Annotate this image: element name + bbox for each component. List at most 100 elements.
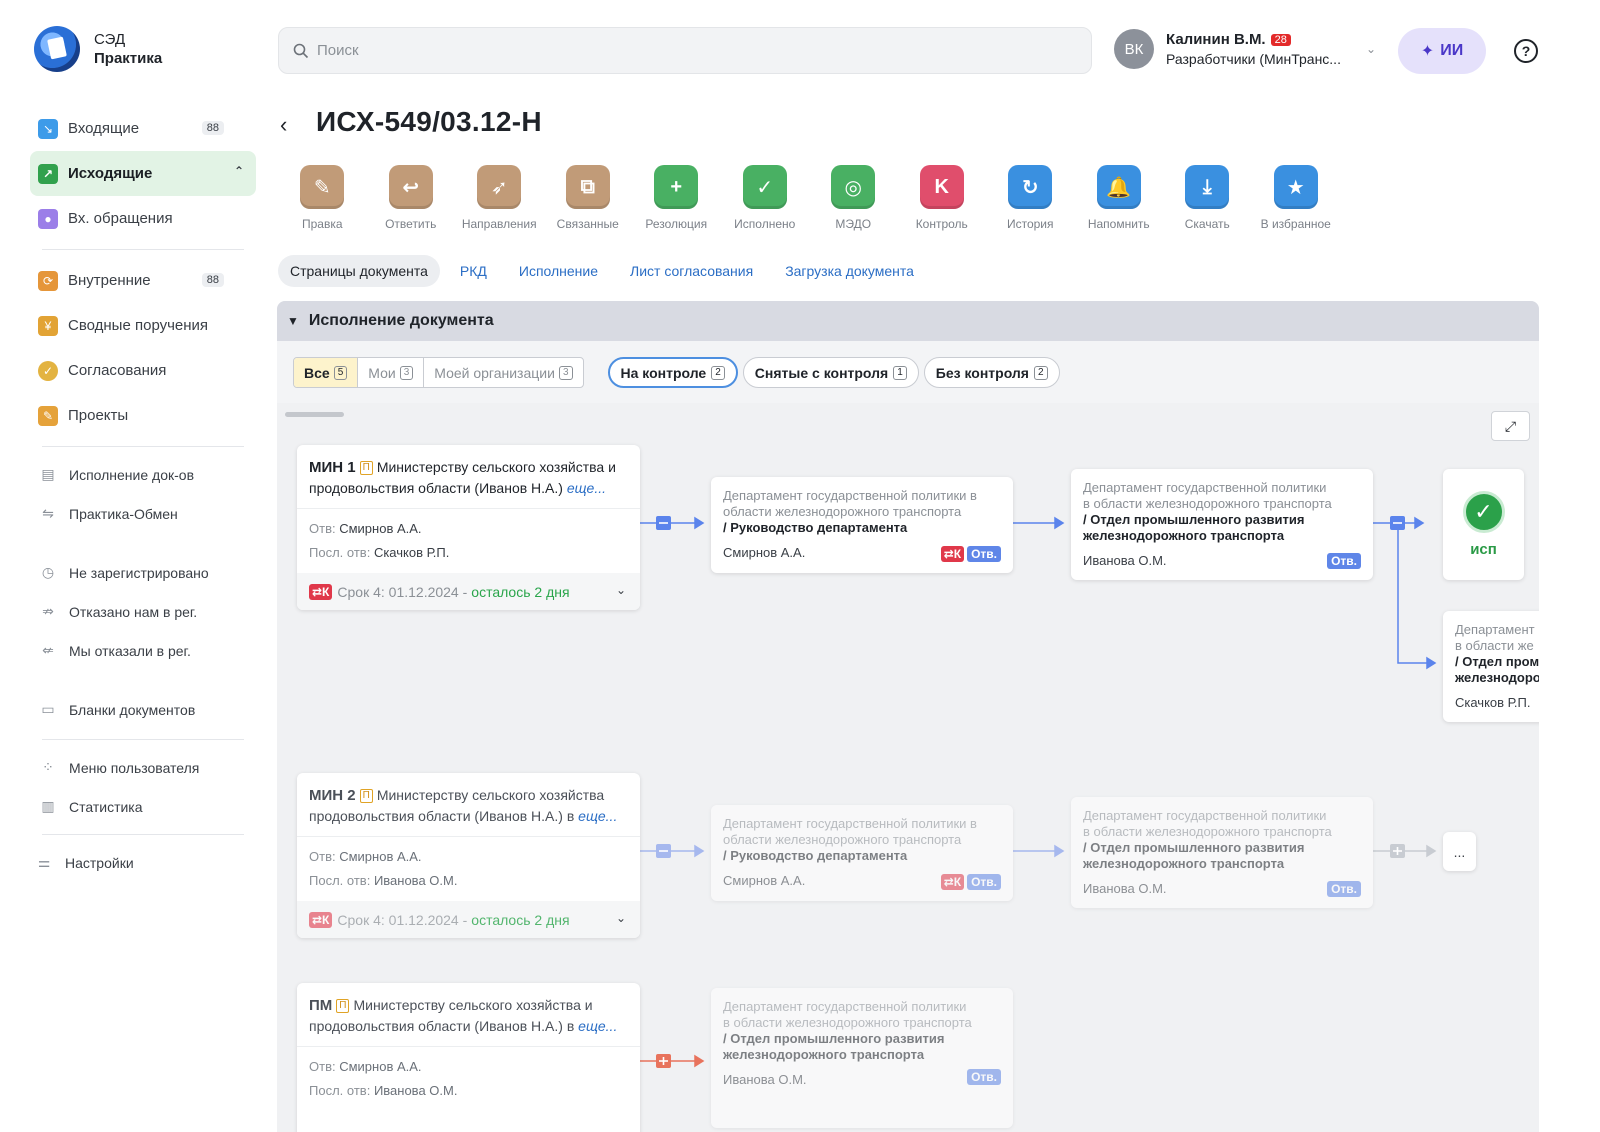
dept-unit: / Отдел промышленного развития: [1083, 840, 1305, 855]
search-bar[interactable]: [278, 27, 1092, 74]
bell-icon: 🔔: [1096, 165, 1141, 209]
dept-card[interactable]: Департамент государственной политики в о…: [1071, 469, 1373, 580]
deadline-text: Срок 4: 01.12.2024 -: [337, 583, 468, 600]
toolbar-button-medo[interactable]: ◎ МЭДО: [809, 165, 898, 231]
last-responsible-name: Иванова О.М.: [373, 1083, 458, 1098]
person-icon: ●: [38, 208, 58, 229]
incoming-arrow-icon: ↘: [38, 118, 58, 139]
remaining-text: осталось 2 дня: [471, 911, 570, 928]
sidebar-item-incoming[interactable]: ↘ Входящие 88: [30, 106, 256, 151]
dept-card[interactable]: Департамент государственной политики в о…: [711, 477, 1013, 573]
last-responsible-name: Иванова О.М.: [373, 873, 458, 888]
help-button[interactable]: ?: [1514, 39, 1538, 63]
sidebar-item-approvals[interactable]: ✓ Согласования: [30, 348, 256, 393]
toolbar-button-bell[interactable]: 🔔 Напомнить: [1075, 165, 1164, 231]
more-link[interactable]: еще...: [578, 808, 617, 824]
filter-removed-from-control[interactable]: Снятые с контроля 1: [742, 357, 919, 388]
toolbar-button-history[interactable]: ↻ История: [986, 165, 1075, 231]
tab-rkd[interactable]: РКД: [448, 255, 499, 287]
app-logo[interactable]: СЭД Практика: [34, 26, 162, 72]
more-steps-card[interactable]: ...: [1443, 832, 1476, 871]
panel-title: Исполнение документа: [308, 312, 494, 329]
user-name: Калинин В.М.: [1166, 31, 1266, 48]
sidebar-item-label: Внутренние: [68, 272, 151, 289]
back-arrow-icon[interactable]: ‹: [280, 112, 287, 138]
dept-card[interactable]: Департамент государственной политики в о…: [711, 805, 1013, 901]
grid-dots-icon: ⁘: [42, 759, 54, 775]
sidebar-item-internal[interactable]: ⟳ Внутренние 88: [30, 258, 256, 303]
sidebar-item-praktika-exchange[interactable]: ⇋ Практика-Обмен: [30, 494, 256, 533]
chevron-up-icon[interactable]: ⌃: [234, 164, 244, 178]
execution-card-min1[interactable]: МИН 1 П Министерству сельского хозяйства и…: [297, 445, 640, 610]
execution-card-min2[interactable]: МИН 2 П Министерству сельского хозяйства п…: [297, 773, 640, 938]
toolbar-button-label: Контроль: [915, 217, 968, 231]
filter-on-control[interactable]: На контроле 2: [607, 357, 738, 388]
sidebar-item-doc-execution[interactable]: ▤ Исполнение док-ов: [30, 455, 256, 494]
toolbar-button-pencil[interactable]: ✎ Правка: [278, 165, 367, 231]
filter-my-org[interactable]: Моей организации 3: [424, 358, 582, 387]
toolbar-button-control-k[interactable]: K Контроль: [898, 165, 987, 231]
star-icon: ★: [1273, 165, 1318, 209]
toolbar-button-star[interactable]: ★ В избранное: [1252, 165, 1341, 231]
card-deadline[interactable]: ⇄К Срок 4: 01.12.2024 - осталось 2 дня ⌄: [297, 901, 640, 938]
executed-card[interactable]: ✓ исп: [1443, 469, 1524, 580]
toolbar-button-reply[interactable]: ↩ Ответить: [367, 165, 456, 231]
card-badges: Отв.: [967, 1069, 1001, 1085]
reply-icon: ↩: [388, 165, 433, 209]
sidebar-item-statistics[interactable]: ▥ Статистика: [30, 787, 256, 826]
connector-arrowhead: [694, 844, 705, 858]
sidebar-item-outgoing[interactable]: ↗ Исходящие ⌃: [30, 151, 256, 196]
responsible-row: Отв: Смирнов А.А.: [309, 845, 628, 869]
toolbar-button-download[interactable]: ⤓ Скачать: [1163, 165, 1252, 231]
filter-count: 3: [558, 365, 573, 380]
sidebar-item-blanks[interactable]: ▭ Бланки документов: [30, 690, 256, 729]
toolbar-button-linked[interactable]: ⧉ Связанные: [544, 165, 633, 231]
tab-document-upload[interactable]: Загрузка документа: [773, 255, 926, 287]
toolbar-button-label: Направления: [461, 217, 537, 231]
card-deadline[interactable]: ⇄К Срок 4: 01.12.2024 - осталось 2 дня ⌄: [297, 573, 640, 610]
toolbar-button-label: Связанные: [556, 217, 619, 231]
tab-document-pages[interactable]: Страницы документа: [278, 255, 440, 287]
filter-label: Все: [304, 364, 330, 381]
label: Отв:: [309, 521, 336, 536]
sidebar-item-projects[interactable]: ✎ Проекты: [30, 393, 256, 438]
panel-header[interactable]: ▼ Исполнение документа: [277, 301, 1539, 341]
sidebar-item-not-registered[interactable]: ◷ Не зарегистрировано: [30, 553, 256, 592]
filter-all[interactable]: Все 5: [294, 358, 359, 387]
sidebar-item-user-menu[interactable]: ⁘ Меню пользователя: [30, 748, 256, 787]
chevron-down-icon[interactable]: ⌄: [616, 583, 626, 597]
sidebar-item-count: 88: [201, 121, 224, 135]
more-link[interactable]: еще...: [578, 1018, 617, 1034]
chevron-down-icon[interactable]: ⌄: [616, 911, 626, 925]
sidebar-item-appeals[interactable]: ● Вх. обращения: [30, 196, 256, 241]
dept-name: Департамент государственной политики: [1083, 808, 1327, 823]
more-link[interactable]: еще...: [567, 480, 606, 496]
dept-card-branch[interactable]: Департамент в области же / Отдел пром же…: [1443, 611, 1539, 722]
filter-no-control[interactable]: Без контроля 2: [923, 357, 1060, 388]
sidebar-item-summary-orders[interactable]: ¥ Сводные поручения: [30, 303, 256, 348]
sidebar-item-label: Меню пользователя: [69, 759, 200, 776]
tab-execution[interactable]: Исполнение: [507, 255, 610, 287]
ai-assistant-button[interactable]: ✦ ИИ: [1398, 28, 1486, 74]
tab-approval-sheet[interactable]: Лист согласования: [618, 255, 765, 287]
dept-card[interactable]: Департамент государственной политики в о…: [711, 988, 1013, 1128]
dept-name: в области железнодорожного транспорта: [723, 1015, 972, 1030]
sidebar-item-label: Согласования: [68, 362, 167, 379]
toolbar-button-check[interactable]: ✓ Исполнено: [721, 165, 810, 231]
toolbar-button-plus[interactable]: + Резолюция: [632, 165, 721, 231]
sidebar-item-settings[interactable]: ⚌ Настройки: [30, 843, 256, 882]
scope-filter: Все 5 Мои 3 Моей организации 3: [293, 357, 584, 388]
p-mark-icon: П: [359, 789, 373, 803]
search-input[interactable]: [317, 42, 1017, 59]
sidebar-item-we-refused[interactable]: ⇍ Мы отказали в рег.: [30, 631, 256, 670]
toolbar-button-compass[interactable]: ➶ Направления: [455, 165, 544, 231]
execution-flow-canvas[interactable]: ⤢ МИН 1 П Министерству сельского хозяйст…: [277, 403, 1539, 1132]
dept-person: Иванова О.М.: [723, 1072, 807, 1087]
dept-card[interactable]: Департамент государственной политики в о…: [1071, 797, 1373, 908]
execution-card-pm[interactable]: ПМ П Министерству сельского хозяйства и пр…: [297, 983, 640, 1132]
card-header: ПМ П Министерству сельского хозяйства и пр…: [297, 983, 640, 1047]
sidebar-item-refused-us[interactable]: ⇏ Отказано нам в рег.: [30, 592, 256, 631]
filter-mine[interactable]: Мои 3: [358, 358, 425, 387]
user-menu[interactable]: ВК Калинин В.М. 28 Разработчики (МинТран…: [1114, 29, 1376, 69]
chevron-down-icon[interactable]: ⌄: [1366, 42, 1376, 56]
